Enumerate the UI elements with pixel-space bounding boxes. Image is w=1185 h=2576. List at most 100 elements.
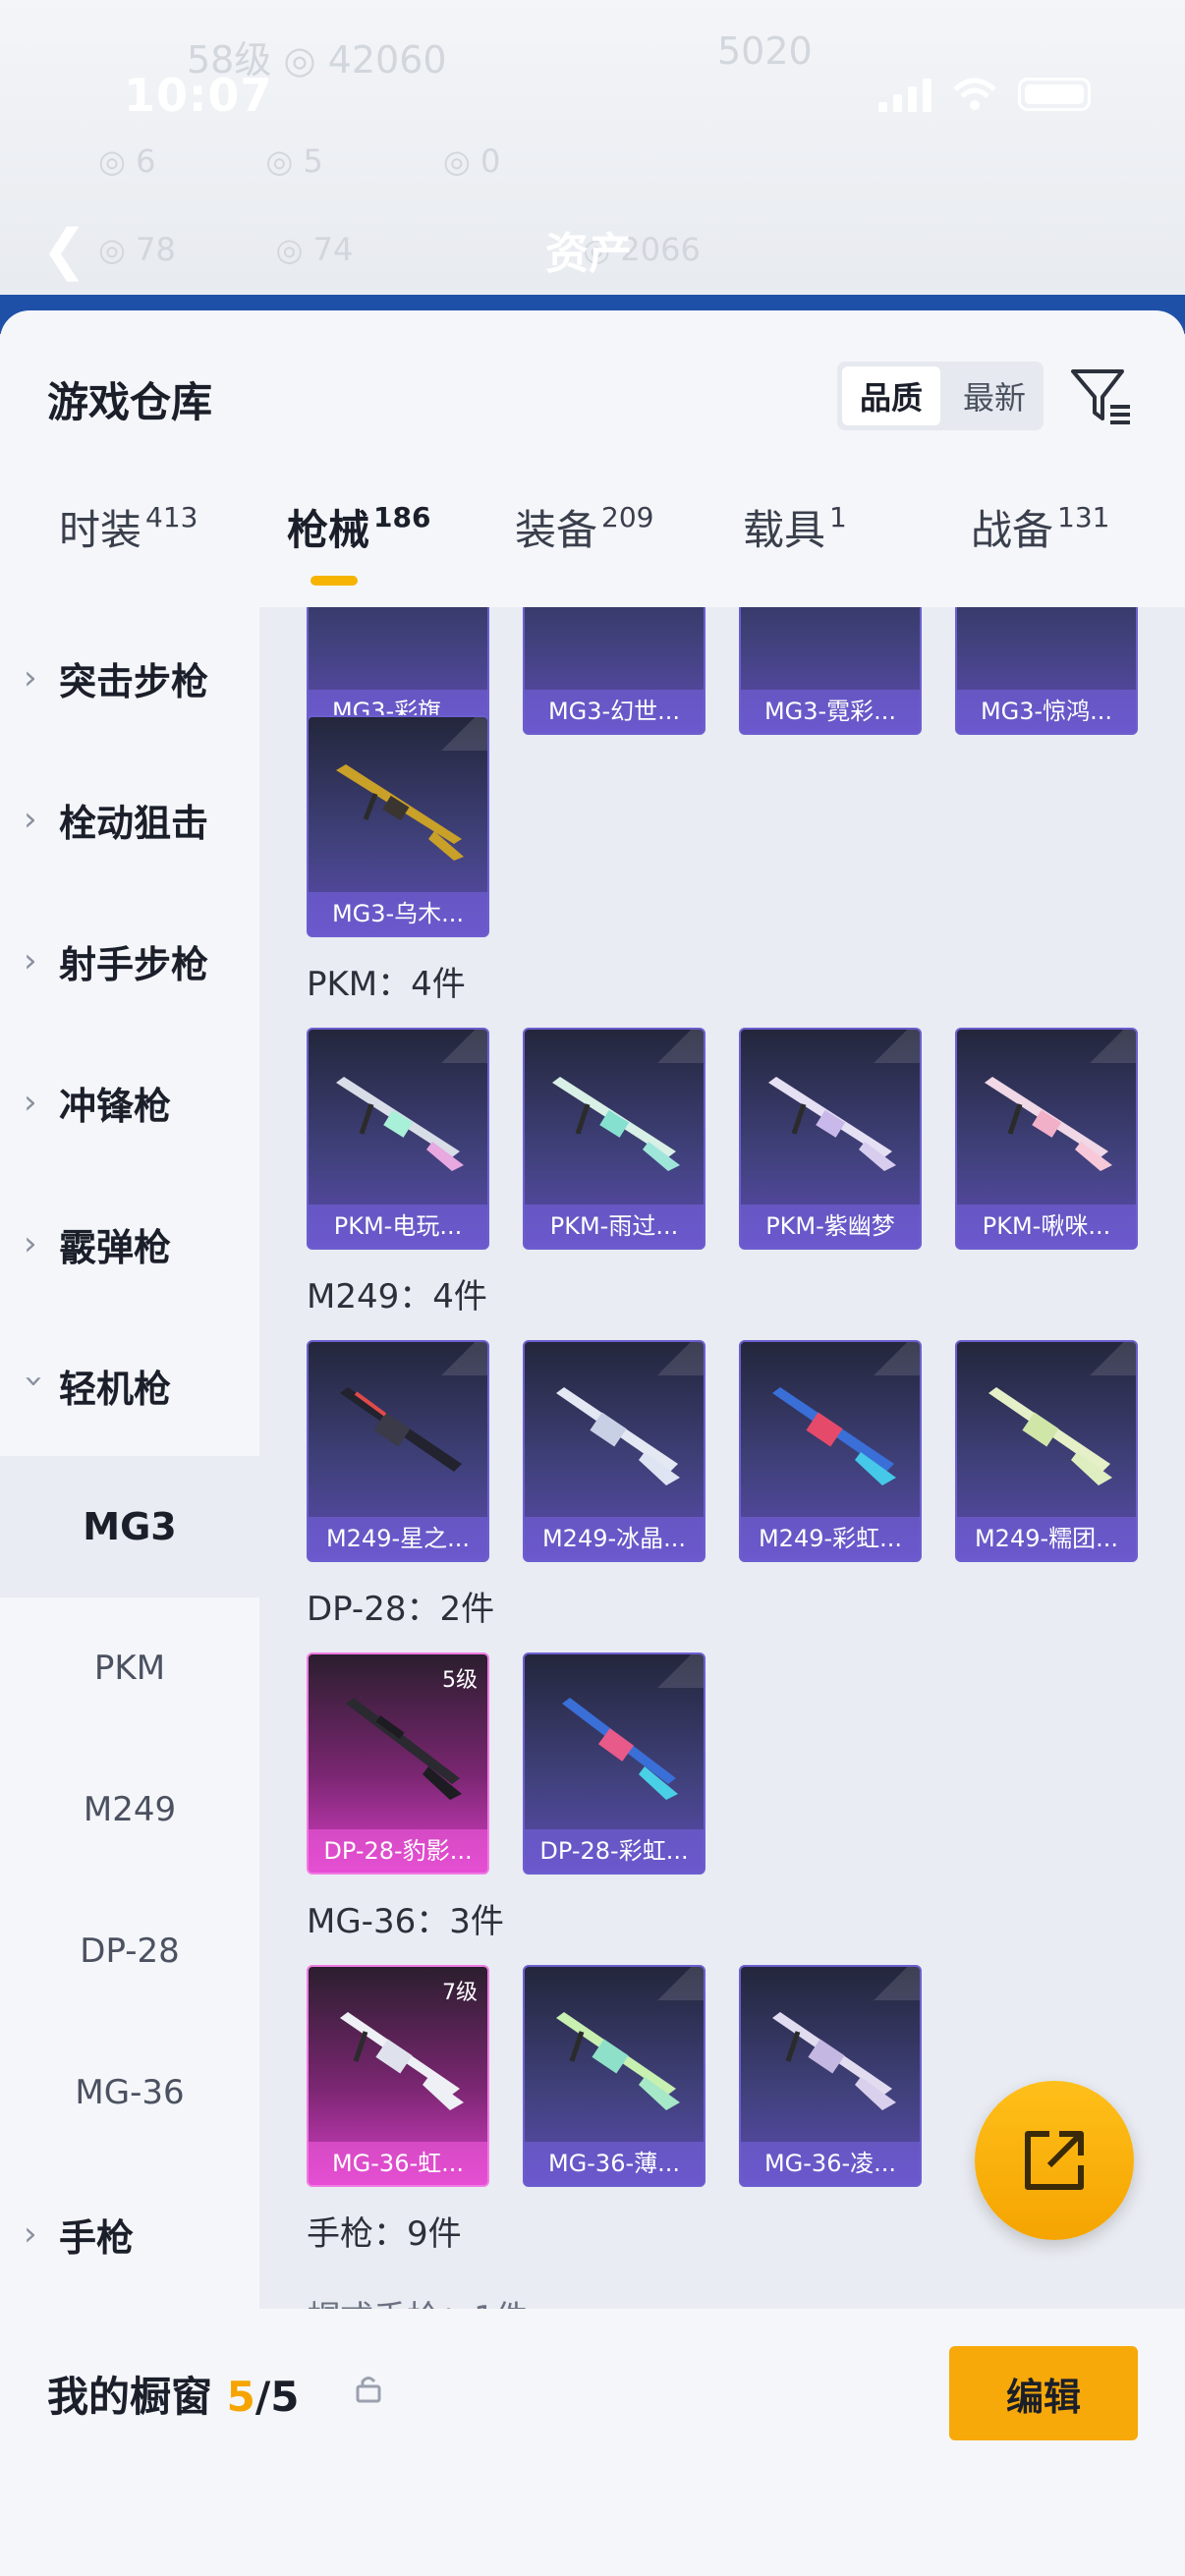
rifle-icon	[768, 1077, 896, 1171]
showcase-total: /5	[254, 2373, 300, 2421]
weapon-grid: MG3-彩旗... MG3-幻世... MG3-霓彩... MG3-惊鸿... …	[259, 607, 1185, 2309]
tab-count: 1	[829, 501, 847, 533]
sidebar-item-bolt-sniper[interactable]: › 栓动狙击	[0, 749, 259, 890]
card-decoration	[1077, 1342, 1136, 1375]
weapon-name: MG-36-凌...	[741, 2142, 920, 2185]
sort-newest-option[interactable]: 最新	[945, 362, 1044, 430]
weapon-name: M249-星之...	[309, 1517, 487, 1560]
sidebar-subitem-dp28[interactable]: DP-28	[0, 1880, 259, 2022]
sidebar-item-shotgun[interactable]: › 霰弹枪	[0, 1173, 259, 1315]
sidebar-item-lmg[interactable]: › 轻机枪	[0, 1315, 259, 1456]
sidebar-item-marksman-rifle[interactable]: › 射手步枪	[0, 890, 259, 1032]
battery-icon	[1018, 78, 1091, 111]
weapon-name: M249-糯团...	[957, 1517, 1136, 1560]
sidebar-item-assault-rifle[interactable]: › 突击步枪	[0, 607, 259, 749]
rifle-icon	[988, 1387, 1112, 1485]
tab-fashion[interactable]: 时装 413	[59, 497, 198, 557]
back-arrow-icon[interactable]: ❮	[41, 218, 87, 282]
weapon-card[interactable]: PKM-雨过...	[523, 1028, 705, 1250]
chevron-right-icon: ›	[24, 800, 37, 839]
sidebar-item-pistol[interactable]: › 手枪	[0, 2163, 259, 2305]
group-label-mg36: MG-36：3件	[307, 1902, 504, 1941]
weapon-card[interactable]: MG-36-薄...	[523, 1965, 705, 2187]
group-label-m249: M249：4件	[307, 1277, 487, 1316]
tab-active-indicator	[310, 576, 358, 586]
card-decoration	[428, 1030, 487, 1063]
weapon-name: MG3-霓彩...	[741, 690, 920, 733]
weapon-name: PKM-啾咪...	[957, 1204, 1136, 1248]
weapon-card[interactable]: PKM-紫幽梦	[739, 1028, 922, 1250]
rifle-icon	[556, 1387, 680, 1485]
tab-count: 131	[1057, 501, 1110, 533]
tab-supplies[interactable]: 战备 131	[971, 497, 1109, 557]
tab-vehicles[interactable]: 载具 1	[743, 497, 847, 557]
chevron-right-icon: ›	[24, 658, 37, 698]
weapon-card[interactable]: 7级 MG-36-虹...	[307, 1965, 489, 2187]
tab-count: 209	[601, 501, 654, 533]
sidebar-subitem-mg36[interactable]: MG-36	[0, 2022, 259, 2163]
rifle-icon	[340, 2012, 464, 2110]
weapon-card[interactable]: 5级 DP-28-豹影...	[307, 1652, 489, 1875]
weapon-name: DP-28-彩虹...	[525, 1829, 704, 1873]
rifle-icon	[336, 1077, 464, 1171]
sidebar-item-label: 手枪	[59, 2215, 135, 2260]
status-time: 10:07	[124, 69, 273, 122]
tab-label: 枪械	[287, 506, 370, 554]
tab-equipment[interactable]: 装备 209	[515, 497, 653, 557]
ghost-text: 5020	[717, 29, 813, 73]
weapon-card[interactable]: PKM-啾咪...	[955, 1028, 1138, 1250]
card-decoration	[645, 1967, 704, 2000]
sidebar: › 突击步枪 › 栓动狙击 › 射手步枪 › 冲锋枪 › 霰弹枪 › 轻机枪 MG3 PKM…	[0, 607, 259, 2309]
rifle-icon	[772, 2012, 896, 2110]
weapon-name: MG3-乌木...	[309, 892, 487, 935]
card-decoration	[645, 1342, 704, 1375]
weapon-name: MG-36-薄...	[525, 2142, 704, 2185]
rifle-icon	[772, 1387, 896, 1485]
ghost-text: ◎ 6 ◎ 5 ◎ 0	[98, 142, 501, 180]
card-decoration	[861, 1967, 920, 2000]
sheet-title: 游戏仓库	[47, 378, 213, 426]
sort-quality-option[interactable]: 品质	[842, 366, 940, 425]
weapon-name: PKM-雨过...	[525, 1204, 704, 1248]
sidebar-subitem-m249[interactable]: M249	[0, 1739, 259, 1880]
header-title: 资产	[545, 229, 632, 279]
category-tabs: 时装 413 枪械 186 装备 209 载具 1 战备 131	[0, 497, 1185, 605]
weapon-card[interactable]: MG3-霓彩...	[739, 607, 922, 735]
edit-button[interactable]: 编辑	[949, 2346, 1138, 2440]
sidebar-subitem-mg3[interactable]: MG3	[0, 1456, 259, 1597]
card-decoration	[861, 1030, 920, 1063]
weapon-card[interactable]: MG3-惊鸿...	[955, 607, 1138, 735]
weapon-card[interactable]: MG3-乌木...	[307, 715, 489, 937]
chevron-right-icon: ›	[24, 2214, 37, 2254]
sidebar-item-label: 冲锋枪	[59, 1084, 172, 1128]
weapon-card[interactable]: M249-星之...	[307, 1340, 489, 1562]
rifle-icon	[336, 764, 464, 861]
weapon-card[interactable]: DP-28-彩虹...	[523, 1652, 705, 1875]
chevron-down-icon: ›	[15, 1374, 54, 1388]
weapon-card[interactable]: MG3-幻世...	[523, 607, 705, 735]
sidebar-item-label: 霰弹枪	[59, 1225, 172, 1269]
tab-count: 186	[373, 501, 431, 533]
weapon-name: M249-彩虹...	[741, 1517, 920, 1560]
tab-guns[interactable]: 枪械 186	[287, 497, 430, 557]
group-label-subcategory: 帽式手枪：1件	[307, 2291, 529, 2309]
rifle-icon	[552, 1077, 680, 1171]
weapon-card[interactable]: MG-36-凌...	[739, 1965, 922, 2187]
share-button[interactable]	[975, 2081, 1134, 2240]
weapon-card[interactable]: M249-糯团...	[955, 1340, 1138, 1562]
weapon-name: MG-36-虹...	[309, 2142, 487, 2185]
signal-icon	[878, 77, 931, 112]
filter-icon[interactable]	[1067, 362, 1136, 430]
weapon-card[interactable]: PKM-电玩...	[307, 1028, 489, 1250]
rifle-icon	[340, 1387, 462, 1472]
sidebar-item-label: 射手步枪	[59, 942, 209, 986]
rifle-icon	[985, 1077, 1112, 1171]
weapon-name: MG3-惊鸿...	[957, 690, 1136, 733]
weapon-card[interactable]: M249-冰晶...	[523, 1340, 705, 1562]
chevron-right-icon: ›	[24, 1083, 37, 1122]
weapon-card[interactable]: M249-彩虹...	[739, 1340, 922, 1562]
showcase-bar: 我的橱窗 5/5 编辑	[0, 2309, 1185, 2576]
sort-toggle: 品质 最新	[837, 362, 1044, 430]
sidebar-subitem-pkm[interactable]: PKM	[0, 1597, 259, 1739]
sidebar-item-smg[interactable]: › 冲锋枪	[0, 1032, 259, 1173]
